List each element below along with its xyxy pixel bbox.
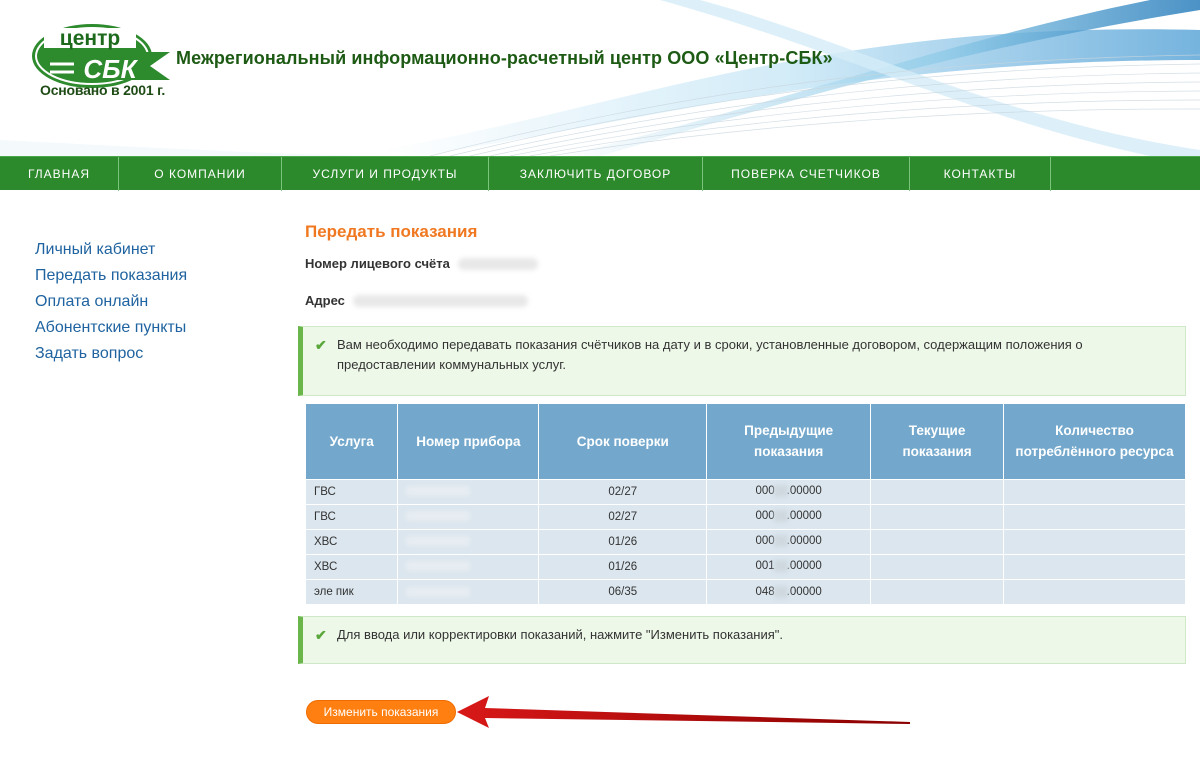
cell-current-reading <box>870 478 1005 504</box>
cell-service: ГВС <box>306 478 399 504</box>
column-header: Предыдущие показания <box>706 404 872 479</box>
cell-due-date: 02/27 <box>538 503 708 529</box>
cell-current-reading <box>870 503 1005 529</box>
column-header: Текущие показания <box>870 404 1005 479</box>
sidebar-item-cabinet[interactable]: Личный кабинет <box>35 237 187 263</box>
column-header: Срок поверки <box>538 404 708 479</box>
column-header: Номер прибора <box>397 404 540 479</box>
cell-service: ХВС <box>306 553 399 579</box>
main-navigation: ГЛАВНАЯ О КОМПАНИИ УСЛУГИ И ПРОДУКТЫ ЗАК… <box>0 156 1200 191</box>
address-row: Адрес <box>305 293 1185 308</box>
cell-service: эле пик <box>306 578 399 604</box>
cell-service: ГВС <box>306 503 399 529</box>
site-title: Межрегиональный информационно-расчетный … <box>176 48 833 68</box>
check-icon: ✔ <box>315 337 327 353</box>
cell-consumption <box>1003 478 1186 504</box>
address-value <box>352 294 528 307</box>
account-number-value <box>457 257 538 270</box>
cell-consumption <box>1003 528 1186 554</box>
svg-text:центр: центр <box>60 27 120 50</box>
sidebar-item-submit-readings[interactable]: Передать показания <box>35 263 187 289</box>
cell-consumption <box>1003 578 1186 604</box>
cell-service: ХВС <box>306 528 399 554</box>
column-header: Количество потреблённого ресурса <box>1003 404 1186 479</box>
nav-item-home[interactable]: ГЛАВНАЯ <box>0 157 119 191</box>
cell-previous-reading: 000.00000 <box>706 503 872 529</box>
svg-text:СБК: СБК <box>83 54 138 84</box>
info-alert-deadline: ✔ Вам необходимо передавать показания сч… <box>298 326 1186 396</box>
cell-current-reading <box>870 578 1005 604</box>
cell-current-reading <box>870 528 1005 554</box>
header-decoration <box>0 0 1200 156</box>
sidebar-item-pay-online[interactable]: Оплата онлайн <box>35 289 187 315</box>
nav-item-contract[interactable]: ЗАКЛЮЧИТЬ ДОГОВОР <box>489 157 703 191</box>
cell-previous-reading: 000.00000 <box>706 478 872 504</box>
alert-text: Вам необходимо передавать показания счёт… <box>337 337 1083 372</box>
page-title: Передать показания <box>305 222 478 241</box>
cell-meter-number <box>397 528 540 554</box>
check-icon: ✔ <box>315 627 327 643</box>
site-header: центр СБК Основано в 2001 г. Межрегионал… <box>0 0 1200 156</box>
cell-previous-reading: 000.00000 <box>706 528 872 554</box>
cell-meter-number <box>397 503 540 529</box>
sidebar-item-ask-question[interactable]: Задать вопрос <box>35 341 187 367</box>
address-label: Адрес <box>305 293 345 308</box>
alert-text: Для ввода или корректировки показаний, н… <box>337 627 784 642</box>
cell-consumption <box>1003 553 1186 579</box>
table-row: ГВС 02/27 000.00000 <box>306 478 1186 504</box>
account-number-row: Номер лицевого счёта <box>305 256 1185 271</box>
account-number-label: Номер лицевого счёта <box>305 256 450 271</box>
nav-item-about[interactable]: О КОМПАНИИ <box>119 157 282 191</box>
cell-due-date: 01/26 <box>538 528 708 554</box>
logo-tagline: Основано в 2001 г. <box>40 82 166 98</box>
sidebar: Личный кабинет Передать показания Оплата… <box>35 237 187 367</box>
info-alert-edit-hint: ✔ Для ввода или корректировки показаний,… <box>298 616 1186 664</box>
cell-previous-reading: 048.00000 <box>706 578 872 604</box>
table-header-row: Услуга Номер прибора Срок поверки Предыд… <box>306 404 1186 479</box>
cell-meter-number <box>397 553 540 579</box>
meters-table: Услуга Номер прибора Срок поверки Предыд… <box>306 404 1186 604</box>
column-header: Услуга <box>306 404 399 479</box>
cell-previous-reading: 001.00000 <box>706 553 872 579</box>
change-readings-button[interactable]: Изменить показания <box>306 700 456 724</box>
cell-meter-number <box>397 478 540 504</box>
cell-due-date: 02/27 <box>538 478 708 504</box>
cell-due-date: 01/26 <box>538 553 708 579</box>
table-row: ГВС 02/27 000.00000 <box>306 503 1186 529</box>
nav-item-services[interactable]: УСЛУГИ И ПРОДУКТЫ <box>282 157 489 191</box>
pointer-arrow-annotation <box>457 696 910 728</box>
table-row: эле пик 06/35 048.00000 <box>306 578 1186 604</box>
main-content: Передать показания Номер лицевого счёта … <box>305 222 1185 330</box>
nav-item-meter-check[interactable]: ПОВЕРКА СЧЕТЧИКОВ <box>703 157 910 191</box>
nav-item-contacts[interactable]: КОНТАКТЫ <box>910 157 1051 191</box>
cell-consumption <box>1003 503 1186 529</box>
cell-current-reading <box>870 553 1005 579</box>
table-row: ХВС 01/26 000.00000 <box>306 528 1186 554</box>
cell-meter-number <box>397 578 540 604</box>
sidebar-item-service-points[interactable]: Абонентские пункты <box>35 315 187 341</box>
cell-due-date: 06/35 <box>538 578 708 604</box>
table-row: ХВС 01/26 001.00000 <box>306 553 1186 579</box>
